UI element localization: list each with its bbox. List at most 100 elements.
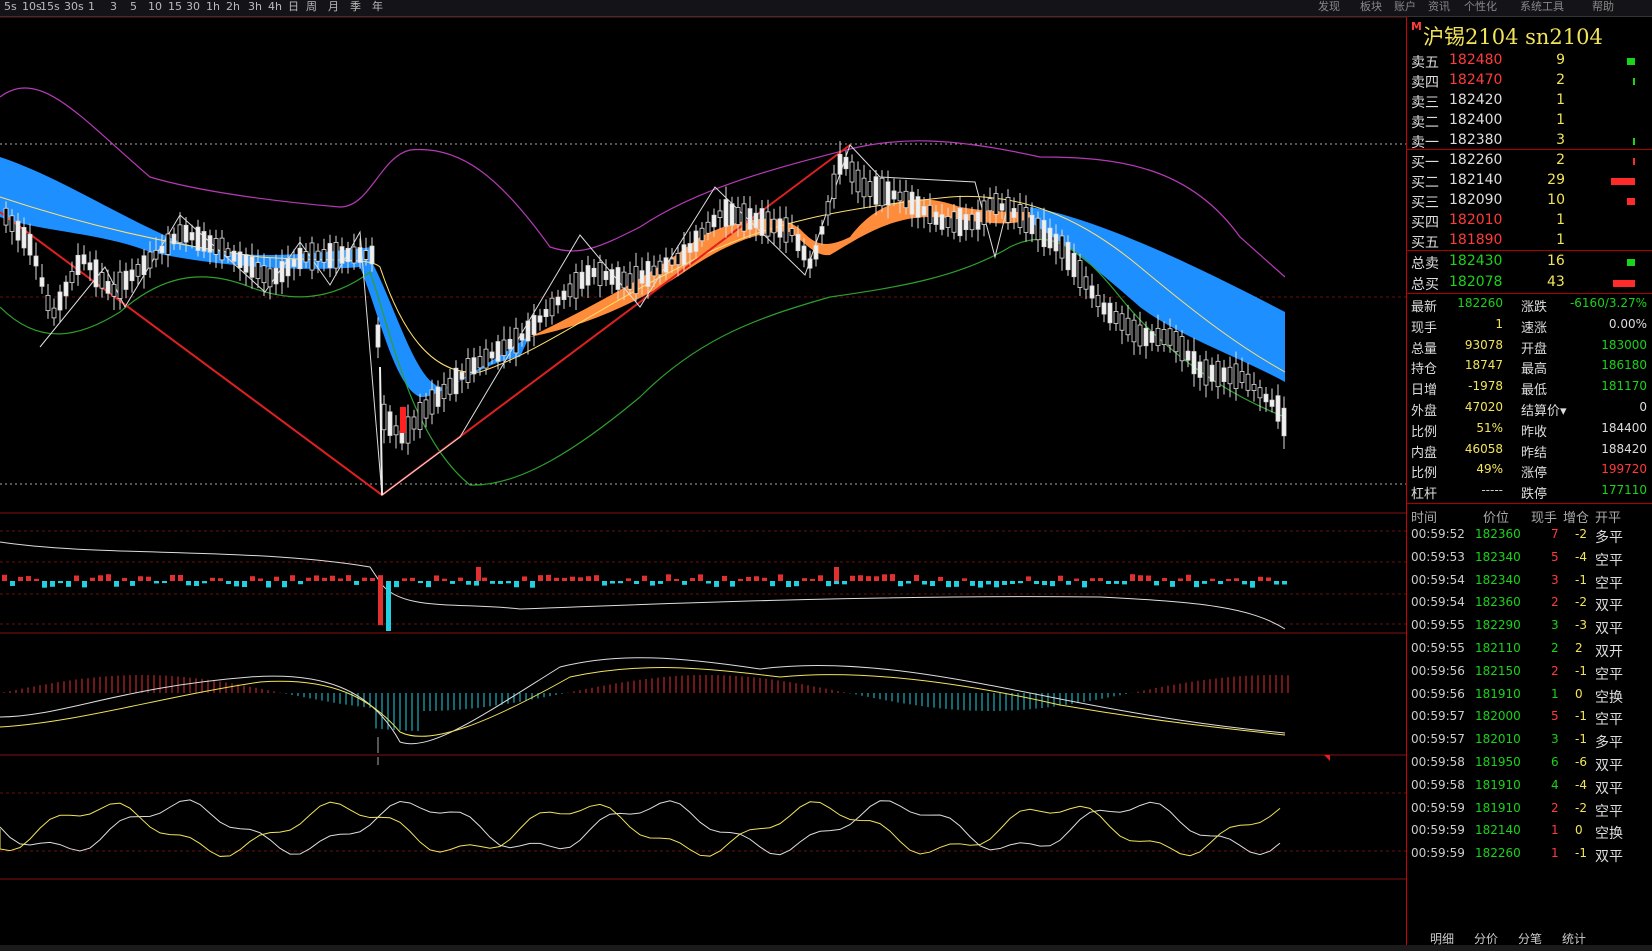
- candle: [849, 161, 855, 183]
- volume-bar: [402, 578, 407, 581]
- orderbook-row[interactable]: 卖二 182400 1: [1407, 110, 1652, 131]
- period-button-6[interactable]: 5: [130, 0, 137, 14]
- volume-bar: [1130, 574, 1135, 581]
- trade-row[interactable]: 00:59:52 182360 7 -2 多平: [1407, 523, 1652, 547]
- period-button-2[interactable]: 15s: [40, 0, 60, 14]
- period-button-14[interactable]: 日: [288, 0, 299, 14]
- trade-price: 182290: [1475, 618, 1521, 633]
- candle: [1251, 384, 1257, 391]
- trade-row[interactable]: 00:59:56 181910 1 0 空换: [1407, 683, 1652, 707]
- period-button-8[interactable]: 15: [168, 0, 182, 14]
- stat-label: 比例: [1411, 466, 1438, 482]
- stat-label: 外盘: [1411, 404, 1438, 419]
- trade-hand: 3: [1551, 732, 1559, 747]
- volume-bar: [466, 581, 471, 585]
- period-button-12[interactable]: 3h: [248, 0, 262, 14]
- trade-row[interactable]: 00:59:56 182150 2 -1 空平: [1407, 660, 1652, 684]
- menu-item-6[interactable]: 帮助: [1592, 0, 1614, 14]
- orderbook-row[interactable]: 卖五 182480 9: [1407, 50, 1652, 71]
- menu-item-3[interactable]: 资讯: [1428, 0, 1450, 14]
- trade-row[interactable]: 00:59:58 181910 4 -4 双平: [1407, 774, 1652, 798]
- menu-item-1[interactable]: 板块: [1360, 0, 1382, 14]
- menu-item-4[interactable]: 个性化: [1464, 0, 1497, 14]
- candle: [669, 258, 675, 266]
- stat-label: 总量: [1411, 341, 1438, 357]
- orderbook-row[interactable]: 卖三 182420 1: [1407, 90, 1652, 111]
- period-button-17[interactable]: 季: [350, 0, 361, 14]
- menu-item-5[interactable]: 系统工具: [1520, 0, 1564, 14]
- period-button-3[interactable]: 30s: [64, 0, 84, 14]
- orderbook-row[interactable]: 买一 182260 2: [1407, 150, 1652, 171]
- volume-bar: [802, 578, 807, 581]
- level-volume: 2: [1556, 72, 1565, 88]
- orderbook-row[interactable]: 买五 181890 1: [1407, 230, 1652, 251]
- period-button-13[interactable]: 4h: [268, 0, 282, 14]
- candle: [153, 249, 159, 260]
- candle: [255, 262, 261, 280]
- period-button-7[interactable]: 10: [148, 0, 162, 14]
- trade-row[interactable]: 00:59:55 182110 2 2 双开: [1407, 637, 1652, 661]
- candle: [1023, 207, 1029, 233]
- candle: [723, 199, 729, 227]
- volume-bar: [1066, 581, 1071, 585]
- candle: [453, 367, 459, 395]
- trade-row[interactable]: 00:59:58 181950 6 -6 双平: [1407, 751, 1652, 775]
- period-button-18[interactable]: 年: [372, 0, 383, 14]
- volume-bar: [930, 581, 935, 587]
- candle: [975, 211, 981, 230]
- stat-label: 结算价▾: [1521, 404, 1567, 419]
- chart-canvas[interactable]: [0, 17, 1406, 945]
- total-buy-row: 总买 182078 43: [1407, 272, 1652, 293]
- trade-hand: 1: [1551, 686, 1559, 701]
- trade-row[interactable]: 00:59:54 182340 3 -1 空平: [1407, 569, 1652, 593]
- candle: [495, 341, 501, 362]
- orderbook-row[interactable]: 卖一 182380 3: [1407, 130, 1652, 151]
- stat-row[interactable]: 结算价▾ 0: [1517, 397, 1652, 419]
- trade-row[interactable]: 00:59:54 182360 2 -2 双平: [1407, 591, 1652, 615]
- candle: [477, 356, 483, 369]
- orderbook-row[interactable]: 买二 182140 29: [1407, 170, 1652, 191]
- orderbook-row[interactable]: 买三 182090 10: [1407, 190, 1652, 211]
- stat-row: 开盘 183000: [1517, 335, 1652, 357]
- volume-bar: [498, 581, 503, 584]
- stat-label: 现手: [1411, 320, 1438, 336]
- candle: [231, 250, 237, 262]
- period-button-11[interactable]: 2h: [226, 0, 240, 14]
- period-toolbar: 5s 10s 15s 30s 1 3 5 10 15 30 1h 2h 3h 4h 日周月季年 发现 板块 账户资…: [0, 0, 1652, 17]
- period-button-1[interactable]: 10s: [22, 0, 42, 14]
- period-button-15[interactable]: 周: [306, 0, 317, 14]
- instrument-title[interactable]: 沪锡2104 sn2104: [1423, 21, 1603, 51]
- candle: [261, 265, 267, 284]
- trade-row[interactable]: 00:59:55 182290 3 -3 双平: [1407, 614, 1652, 638]
- trade-row[interactable]: 00:59:59 181910 2 -2 空平: [1407, 797, 1652, 821]
- trade-row[interactable]: 00:59:59 182260 1 -1 双平: [1407, 842, 1652, 866]
- period-button-16[interactable]: 月: [328, 0, 339, 14]
- period-button-10[interactable]: 1h: [206, 0, 220, 14]
- candle: [1065, 241, 1071, 271]
- period-button-5[interactable]: 3: [110, 0, 117, 14]
- volume-bar: [1034, 581, 1039, 585]
- stat-value: 181170: [1601, 379, 1647, 394]
- period-button-9[interactable]: 30: [186, 0, 200, 14]
- menu-item-0[interactable]: 发现: [1318, 0, 1340, 14]
- period-button-4[interactable]: 1: [88, 0, 95, 14]
- orderbook-row[interactable]: 卖四 182470 2: [1407, 70, 1652, 91]
- trade-row[interactable]: 00:59:59 182140 1 0 空换: [1407, 819, 1652, 843]
- volume-bar: [874, 576, 879, 581]
- stat-value: 0.00%: [1608, 316, 1647, 331]
- trade-row[interactable]: 00:59:57 182010 3 -1 多平: [1407, 728, 1652, 752]
- bottom-scroll-bar[interactable]: [0, 945, 1652, 951]
- volume-bar: [746, 576, 751, 581]
- stat-label: 日增: [1411, 383, 1438, 399]
- trade-row[interactable]: 00:59:57 182000 5 -1 空平: [1407, 705, 1652, 729]
- trade-type: 双平: [1595, 598, 1623, 615]
- candle: [1227, 366, 1233, 385]
- period-button-0[interactable]: 5s: [4, 0, 17, 14]
- kline-chart-area[interactable]: [0, 17, 1406, 945]
- trade-time: 00:59:59: [1411, 823, 1465, 838]
- orderbook-row[interactable]: 买四 182010 1: [1407, 210, 1652, 231]
- trade-row[interactable]: 00:59:53 182340 5 -4 空平: [1407, 546, 1652, 570]
- candle: [297, 247, 303, 270]
- stat-value: 46058: [1464, 441, 1503, 456]
- menu-item-2[interactable]: 账户: [1394, 0, 1416, 14]
